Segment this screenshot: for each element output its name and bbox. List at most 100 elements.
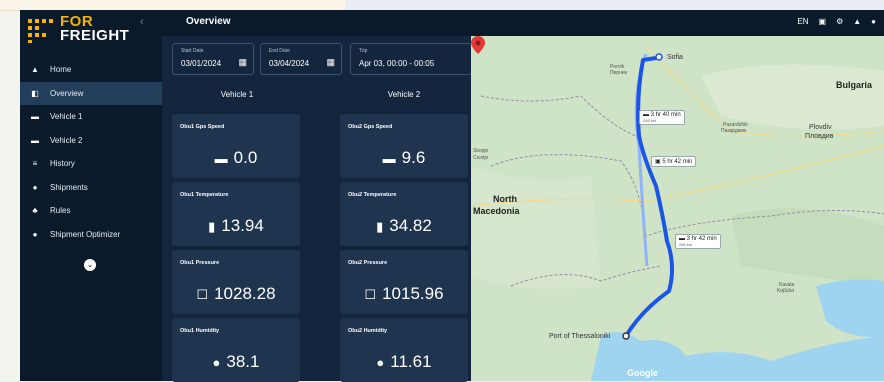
sidebar-item-label: Overview <box>50 88 84 98</box>
overview-icon: ◧ <box>31 88 39 98</box>
destination-pin-icon[interactable] <box>471 36 485 54</box>
sidebar-item-label: Shipment Optimizer <box>50 229 121 239</box>
metric-value: 1015.96 <box>382 284 444 303</box>
metric-value: 0.0 <box>233 148 258 167</box>
route-distance: 266 km <box>679 242 693 247</box>
collapse-sidebar-icon[interactable]: ‹ <box>140 16 144 28</box>
language-selector[interactable]: EN <box>797 16 808 28</box>
sidebar-item-shipment-optimizer[interactable]: ● Shipment Optimizer <box>20 223 162 247</box>
metric-card-gps-speed-1: Obu1 Gps Speed ▬ 0.0 <box>172 114 300 178</box>
metric-value: 1028.28 <box>214 284 276 303</box>
map-label-north: North <box>493 194 517 204</box>
map-label-kavala-local: Καβάλα <box>777 288 795 294</box>
expand-toggle-button[interactable]: ⌄ <box>84 259 96 271</box>
car-icon: ▬ <box>31 112 39 121</box>
sidebar: FOR FREIGHT ‹ ▲ Home ◧ Overview ▬ Vehicle 1… <box>20 10 162 381</box>
car-icon: ▬ <box>31 135 39 145</box>
metric-label: Obu2 Temperature <box>348 192 397 198</box>
start-date-value: 03/01/2024 <box>181 59 222 68</box>
route-info-3[interactable]: ▬ 3 hr 42 min 266 km <box>675 234 721 249</box>
metric-value-wrap: ● 11.61 <box>340 352 468 372</box>
sidebar-item-label: Vehicle 1 <box>50 112 83 121</box>
calendar-icon[interactable]: ▦ <box>238 57 247 68</box>
route-info-1[interactable]: ▬ 3 hr 40 min 256 km <box>639 110 685 125</box>
notification-icon[interactable]: ▲ <box>853 16 861 28</box>
map-canvas <box>471 36 884 381</box>
map-label-plovdiv-local: Пловдив <box>805 133 834 140</box>
metric-card-pressure-1: Obu1 Pressure ☐ 1028.28 <box>172 250 300 314</box>
start-date-label: Start Date <box>181 48 204 54</box>
sidebar-item-shipments[interactable]: ● Shipments <box>20 176 162 200</box>
history-icon: ≡ <box>32 159 38 168</box>
sidebar-item-label: History <box>50 159 75 168</box>
pressure-icon: ☐ <box>364 287 377 302</box>
metric-card-temperature-2: Obu2 Temperature ▮ 34.82 <box>340 182 468 246</box>
google-logo: Google <box>627 368 658 378</box>
trip-select[interactable]: Trip Apr 03, 00:00 - 00:05 <box>350 43 472 75</box>
sidebar-item-vehicle-1[interactable]: ▬ Vehicle 1 <box>20 105 162 129</box>
metric-label: Obu2 Humidity <box>348 328 388 334</box>
metric-card-humidity-2: Obu2 Humidity ● 11.61 <box>340 318 468 382</box>
calendar-icon[interactable]: ▦ <box>326 57 335 68</box>
end-date-field[interactable]: End Date 03/04/2024 ▦ <box>260 43 342 75</box>
sidebar-item-label: Home <box>50 65 72 74</box>
end-date-label: End Date <box>269 48 290 54</box>
metric-value-wrap: ☐ 1015.96 <box>340 284 468 304</box>
metric-value: 38.1 <box>226 352 260 371</box>
metric-label: Obu1 Humidity <box>180 328 220 334</box>
thermometer-icon: ▮ <box>208 219 216 234</box>
droplet-icon: ● <box>212 355 221 370</box>
metric-card-humidity-1: Obu1 Humidity ● 38.1 <box>172 318 300 382</box>
route-info-2[interactable]: ▣ 5 hr 42 min <box>651 156 697 167</box>
metric-value-wrap: ▬ 0.0 <box>172 148 300 168</box>
metric-card-temperature-1: Obu1 Temperature ▮ 13.94 <box>172 182 300 246</box>
background-window-left <box>0 0 21 381</box>
sidebar-item-vehicle-2[interactable]: ▬ Vehicle 2 <box>20 129 162 153</box>
sidebar-item-rules[interactable]: ♣ Rules <box>20 199 162 223</box>
account-icon[interactable]: ● <box>871 16 876 28</box>
metric-value-wrap: ▬ 9.6 <box>340 148 468 168</box>
metric-value-wrap: ▮ 34.82 <box>340 216 468 236</box>
trip-label: Trip <box>359 48 368 54</box>
metric-value: 34.82 <box>389 216 432 235</box>
logo-text-bottom: FREIGHT <box>60 27 130 44</box>
map-label-macedonia: Macedonia <box>473 206 520 216</box>
thermometer-icon: ▮ <box>376 219 384 234</box>
metric-label: Obu2 Pressure <box>348 260 388 266</box>
map-label-pazardzhik-local: Пазарджик <box>721 128 747 134</box>
metric-card-gps-speed-2: Obu2 Gps Speed ▬ 9.6 <box>340 114 468 178</box>
sidebar-item-label: Shipments <box>50 182 88 192</box>
sidebar-item-home[interactable]: ▲ Home <box>20 58 162 82</box>
car-icon: ▬ <box>382 151 396 166</box>
map-label-sofia: Sofia <box>667 54 683 61</box>
sidebar-item-label: Rules <box>50 206 71 215</box>
route-time: 5 hr 42 min <box>662 159 693 165</box>
sidebar-nav: ▲ Home ◧ Overview ▬ Vehicle 1 ▬ Vehicle 2 ≡ H… <box>20 58 162 246</box>
metric-value: 13.94 <box>221 216 264 235</box>
map-label-plovdiv: Plovdiv <box>809 124 832 131</box>
route-distance: 256 km <box>643 118 657 123</box>
sidebar-item-history[interactable]: ≡ History <box>20 152 162 176</box>
settings-icon[interactable]: ⚙ <box>836 16 843 28</box>
pressure-icon: ☐ <box>196 287 209 302</box>
map-label-bulgaria: Bulgaria <box>836 80 873 90</box>
document-icon[interactable]: ▣ <box>819 16 827 28</box>
metric-value-wrap: ☐ 1028.28 <box>172 284 300 304</box>
metric-value: 11.61 <box>390 352 432 371</box>
rules-icon: ♣ <box>32 206 38 215</box>
optimizer-icon: ● <box>32 229 38 239</box>
metric-label: Obu1 Pressure <box>180 260 220 266</box>
metric-label: Obu2 Gps Speed <box>348 124 393 130</box>
route-map[interactable]: Sofia Pernik Перник Bulgaria Pazardzhik … <box>471 36 884 381</box>
sidebar-item-overview[interactable]: ◧ Overview <box>20 81 162 105</box>
vehicle-2-heading: Vehicle 2 <box>387 90 421 99</box>
metric-card-pressure-2: Obu2 Pressure ☐ 1015.96 <box>340 250 468 314</box>
vehicle-1-heading: Vehicle 1 <box>220 90 254 99</box>
app-logo[interactable]: FOR FREIGHT <box>26 14 146 46</box>
start-date-field[interactable]: Start Date 03/01/2024 ▦ <box>172 43 254 75</box>
page-title: Overview <box>186 16 231 27</box>
map-label-skopje-local: Скопје <box>473 155 489 161</box>
car-icon: ▬ <box>214 151 228 166</box>
map-label-pernik-local: Перник <box>610 70 627 76</box>
home-icon: ▲ <box>31 65 39 74</box>
